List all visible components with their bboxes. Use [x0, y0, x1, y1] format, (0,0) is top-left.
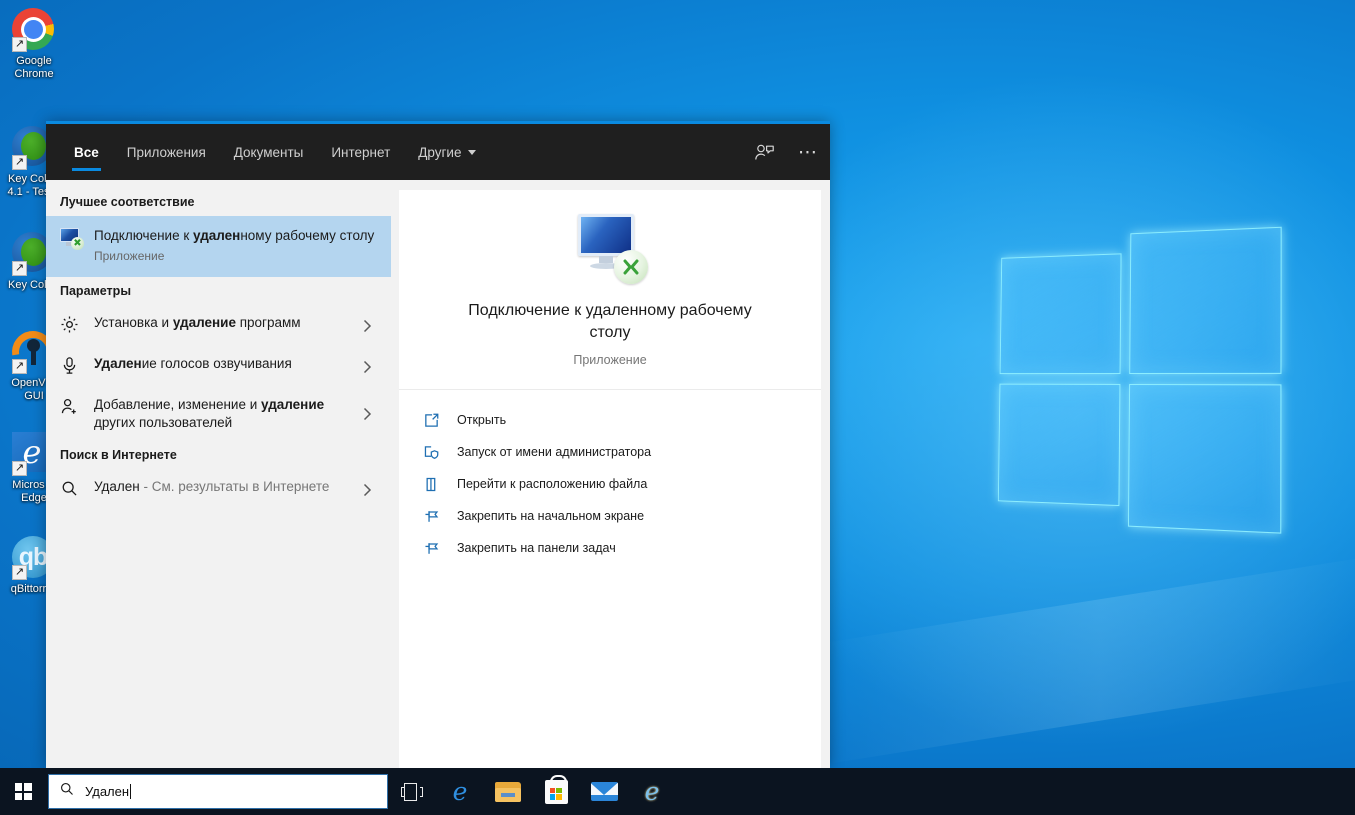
chevron-right-icon: [363, 360, 381, 374]
pin-icon: [421, 538, 441, 558]
search-tabs-header: Все Приложения Документы Интернет Другие…: [46, 124, 830, 180]
results-list: Лучшее соответствие ✖ Подключение к удал…: [46, 180, 391, 768]
result-title: Добавление, изменение и удаление других …: [94, 396, 351, 432]
tab-label: Другие: [418, 145, 461, 160]
taskbar: Удален e e: [0, 768, 1355, 815]
tab-all[interactable]: Все: [60, 124, 113, 180]
action-label: Запуск от имени администратора: [457, 445, 651, 459]
remote-desktop-icon: ✖: [60, 228, 82, 250]
search-icon: [60, 479, 82, 501]
detail-header: Подключение к удаленному рабочему столу …: [399, 190, 821, 390]
windows-logo-icon: [15, 783, 32, 800]
taskbar-search-box[interactable]: Удален: [48, 774, 388, 809]
wallpaper-windows-logo: [994, 220, 1289, 534]
store-icon: [545, 780, 568, 804]
search-results-panel: Все Приложения Документы Интернет Другие…: [46, 121, 830, 768]
action-label: Открыть: [457, 413, 506, 427]
tab-label: Приложения: [127, 145, 206, 160]
wallpaper-streak: [814, 557, 1355, 763]
result-remove-speech-voices[interactable]: Удаление голосов озвучивания: [46, 346, 391, 387]
task-view-button[interactable]: [388, 768, 436, 815]
desktop-icon-label: Google Chrome: [2, 55, 66, 80]
result-add-remove-programs[interactable]: Установка и удаление программ: [46, 305, 391, 346]
result-title: Удаление голосов озвучивания: [94, 355, 351, 373]
action-pin-to-taskbar[interactable]: Закрепить на панели задач: [421, 532, 821, 564]
start-button[interactable]: [0, 768, 46, 815]
group-title-best-match: Лучшее соответствие: [46, 188, 391, 216]
result-web-search[interactable]: Удален - См. результаты в Интернете: [46, 469, 391, 510]
edge-icon: e: [453, 779, 468, 804]
chevron-down-icon: [468, 150, 476, 155]
action-label: Закрепить на начальном экране: [457, 509, 644, 523]
microsoft-edge-button[interactable]: e: [436, 768, 484, 815]
feedback-icon: [754, 142, 775, 163]
microphone-icon: [60, 356, 82, 378]
action-run-as-administrator[interactable]: Запуск от имени администратора: [421, 436, 821, 468]
search-icon: [59, 781, 75, 802]
detail-pane: Подключение к удаленному рабочему столу …: [391, 180, 830, 768]
chevron-right-icon: [363, 483, 381, 497]
chevron-right-icon: [363, 319, 381, 333]
group-title-web-search: Поиск в Интернете: [46, 441, 391, 469]
result-title: Подключение к удаленному рабочему столу: [94, 227, 381, 245]
result-title: Установка и удаление программ: [94, 314, 351, 332]
chrome-icon: ↗: [12, 8, 56, 52]
group-title-settings: Параметры: [46, 277, 391, 305]
folder-icon: [495, 782, 521, 802]
action-open-file-location[interactable]: Перейти к расположению файла: [421, 468, 821, 500]
result-manage-other-users[interactable]: Добавление, изменение и удаление других …: [46, 387, 391, 441]
task-view-icon: [401, 783, 423, 801]
gear-icon: [60, 315, 82, 337]
text-caret: [130, 784, 131, 799]
shield-icon: [421, 442, 441, 462]
tab-more[interactable]: Другие: [404, 124, 490, 180]
tab-documents[interactable]: Документы: [220, 124, 318, 180]
search-input[interactable]: Удален: [85, 784, 131, 799]
add-user-icon: [60, 397, 82, 419]
mail-icon: [591, 782, 618, 801]
action-label: Перейти к расположению файла: [457, 477, 647, 491]
desktop-icon-google-chrome[interactable]: ↗ Google Chrome: [2, 8, 66, 80]
result-title: Удален - См. результаты в Интернете: [94, 478, 351, 496]
action-label: Закрепить на панели задач: [457, 541, 616, 555]
chevron-right-icon: [363, 407, 381, 421]
detail-subtitle: Приложение: [419, 353, 801, 367]
microsoft-store-button[interactable]: [532, 768, 580, 815]
result-subtitle: Приложение: [94, 249, 381, 264]
internet-explorer-button[interactable]: e: [628, 768, 676, 815]
more-options-icon: ⋯: [798, 143, 818, 162]
folder-open-icon: [421, 474, 441, 494]
tab-web[interactable]: Интернет: [317, 124, 404, 180]
action-open[interactable]: Открыть: [421, 404, 821, 436]
open-icon: [421, 410, 441, 430]
tab-label: Все: [74, 145, 99, 160]
ie-icon: e: [645, 779, 660, 804]
rdp-arrows-glyph: [621, 257, 641, 277]
detail-actions: Открыть Запуск от имени администратора: [399, 390, 821, 564]
result-best-match[interactable]: ✖ Подключение к удаленному рабочему стол…: [46, 216, 391, 277]
mail-button[interactable]: [580, 768, 628, 815]
file-explorer-button[interactable]: [484, 768, 532, 815]
action-pin-to-start[interactable]: Закрепить на начальном экране: [421, 500, 821, 532]
tab-label: Интернет: [331, 145, 390, 160]
tab-apps[interactable]: Приложения: [113, 124, 220, 180]
remote-desktop-icon: [572, 214, 648, 284]
detail-title: Подключение к удаленному рабочему столу: [419, 300, 801, 344]
more-options-button[interactable]: ⋯: [786, 124, 830, 180]
feedback-button[interactable]: [742, 124, 786, 180]
pin-icon: [421, 506, 441, 526]
tab-label: Документы: [234, 145, 304, 160]
